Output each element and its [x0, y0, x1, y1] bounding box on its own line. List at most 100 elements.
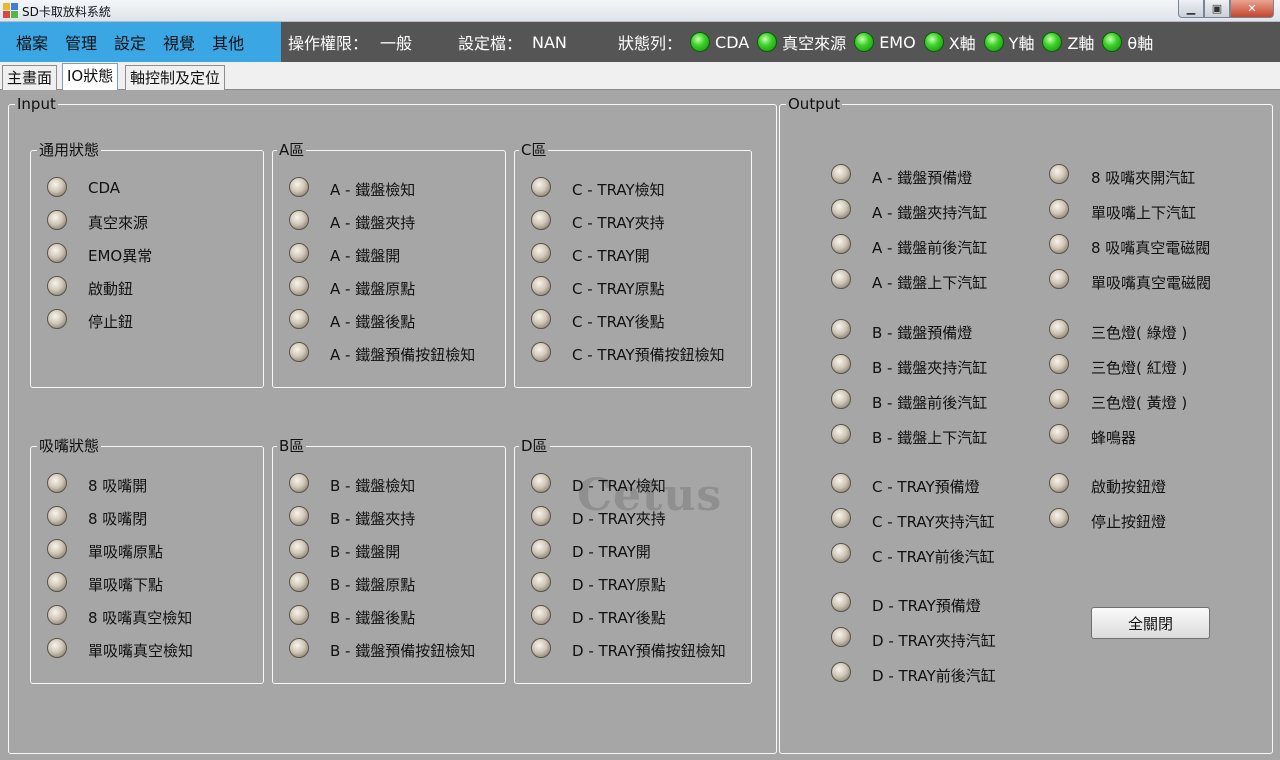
output-indicator-lamp[interactable]	[831, 592, 851, 612]
status-row: 狀態列： CDA 真空來源 EMO X軸 Y軸 Z軸 θ軸	[618, 22, 1153, 62]
input-indicator-lamp	[289, 342, 309, 362]
permission-value: 一般	[380, 34, 413, 53]
input-indicator-lamp	[531, 276, 551, 296]
menu-item[interactable]: 視覺	[163, 30, 195, 54]
output-indicator-lamp[interactable]	[831, 508, 851, 528]
tab-main[interactable]: 主畫面	[2, 65, 58, 90]
input-indicator-label: CDA	[88, 179, 121, 197]
menu-item[interactable]: 設定	[114, 30, 146, 54]
input-subgroup: 通用狀態 CDA 真空來源 EMO異常 啟動鈕 停止鈕	[30, 141, 264, 388]
output-indicator-lamp[interactable]	[1049, 508, 1069, 528]
output-indicator-label: 8 吸嘴真空電磁閥	[1091, 239, 1211, 257]
config-info: 設定檔： NAN	[458, 22, 567, 62]
input-indicator-lamp	[289, 309, 309, 329]
output-indicator-lamp[interactable]	[831, 543, 851, 563]
input-subgroup: A區 A - 鐵盤檢知 A - 鐵盤夾持 A - 鐵盤開 A - 鐵盤原點 A - 鐵盤後…	[272, 141, 506, 388]
input-indicator-lamp	[531, 243, 551, 263]
input-subgroup-title: C區	[519, 141, 549, 159]
menu-item[interactable]: 其他	[212, 30, 244, 54]
input-indicator-lamp	[47, 243, 67, 263]
output-indicator-label: 蜂鳴器	[1091, 429, 1137, 447]
output-indicator-lamp[interactable]	[1049, 354, 1069, 374]
input-indicator-label: A - 鐵盤夾持	[330, 214, 416, 232]
input-indicator-lamp	[289, 539, 309, 559]
output-indicator-lamp[interactable]	[1049, 473, 1069, 493]
input-indicator-label: B - 鐵盤夾持	[330, 510, 416, 528]
output-indicator-lamp[interactable]	[831, 389, 851, 409]
menu-item[interactable]: 檔案	[16, 30, 48, 54]
permission-info: 操作權限： 一般	[288, 22, 412, 62]
input-indicator-label: EMO異常	[88, 247, 153, 265]
input-indicator-lamp	[531, 309, 551, 329]
output-indicator-label: D - TRAY預備燈	[872, 597, 981, 615]
output-group: Output	[779, 95, 1273, 754]
io-status-panel: Input Output Cetus 全關閉 通用狀態 CDA 真空來源 EMO異常啟…	[0, 90, 1280, 760]
output-indicator-label: C - TRAY前後汽缸	[872, 548, 995, 566]
input-indicator-label: C - TRAY原點	[572, 280, 665, 298]
input-indicator-lamp	[289, 276, 309, 296]
output-indicator-lamp[interactable]	[831, 424, 851, 444]
input-subgroup-title: 吸嘴狀態	[37, 437, 102, 455]
input-indicator-lamp	[531, 342, 551, 362]
input-indicator-label: C - TRAY開	[572, 247, 650, 265]
output-indicator-lamp[interactable]	[831, 473, 851, 493]
output-indicator-lamp[interactable]	[831, 319, 851, 339]
output-indicator-label: 8 吸嘴夾開汽缸	[1091, 169, 1196, 187]
output-indicator-label: C - TRAY預備燈	[872, 478, 980, 496]
status-led-icon	[1102, 32, 1123, 52]
output-indicator-label: 三色燈( 綠燈 )	[1091, 324, 1188, 342]
all-off-button[interactable]: 全關閉	[1091, 607, 1210, 639]
input-indicator-label: 啟動鈕	[88, 280, 134, 298]
output-indicator-label: 三色燈( 紅燈 )	[1091, 359, 1188, 377]
input-indicator-lamp	[531, 539, 551, 559]
output-indicator-lamp[interactable]	[1049, 164, 1069, 184]
output-indicator-lamp[interactable]	[1049, 269, 1069, 289]
output-indicator-lamp[interactable]	[831, 199, 851, 219]
output-indicator-lamp[interactable]	[831, 627, 851, 647]
input-indicator-label: D - TRAY預備按鈕檢知	[572, 642, 726, 660]
output-indicator-label: 停止按鈕燈	[1091, 513, 1167, 531]
input-subgroup: 吸嘴狀態 8 吸嘴開 8 吸嘴閉 單吸嘴原點 單吸嘴下點 8 吸嘴真空檢知 單吸嘴真空檢知	[30, 437, 264, 684]
input-indicator-label: 真空來源	[88, 214, 149, 232]
input-indicator-lamp	[47, 177, 67, 197]
output-title: Output	[786, 95, 843, 113]
tab-io-status[interactable]: IO狀態	[62, 63, 119, 90]
status-led-label: Z軸	[1067, 34, 1095, 53]
menu-item[interactable]: 管理	[65, 30, 97, 54]
input-indicator-lamp	[47, 638, 67, 658]
input-indicator-lamp	[289, 638, 309, 658]
output-indicator-lamp[interactable]	[831, 662, 851, 682]
output-indicator-lamp[interactable]	[1049, 319, 1069, 339]
input-indicator-lamp	[47, 309, 67, 329]
input-indicator-label: A - 鐵盤檢知	[330, 181, 416, 199]
input-indicator-lamp	[531, 473, 551, 493]
input-indicator-label: 停止鈕	[88, 313, 134, 331]
input-indicator-lamp	[531, 605, 551, 625]
output-indicator-label: 三色燈( 黃燈 )	[1091, 394, 1188, 412]
input-subgroup-title: D區	[519, 437, 550, 455]
output-indicator-lamp[interactable]	[1049, 199, 1069, 219]
input-indicator-label: B - 鐵盤預備按鈕檢知	[330, 642, 476, 660]
output-indicator-label: C - TRAY夾持汽缸	[872, 513, 995, 531]
tab-strip: 主畫面 IO狀態 軸控制及定位	[0, 62, 1280, 90]
input-indicator-lamp	[47, 506, 67, 526]
tab-axis-control[interactable]: 軸控制及定位	[125, 65, 226, 90]
status-led-icon	[690, 32, 711, 52]
status-led-icon	[983, 32, 1004, 52]
output-indicator-lamp[interactable]	[1049, 234, 1069, 254]
input-indicator-lamp	[531, 506, 551, 526]
input-indicator-lamp	[531, 177, 551, 197]
close-icon[interactable]: ✕	[1230, 0, 1274, 18]
input-indicator-label: B - 鐵盤原點	[330, 576, 416, 594]
output-indicator-lamp[interactable]	[831, 164, 851, 184]
output-indicator-lamp[interactable]	[1049, 389, 1069, 409]
output-indicator-lamp[interactable]	[831, 234, 851, 254]
input-indicator-lamp	[289, 243, 309, 263]
output-indicator-lamp[interactable]	[831, 269, 851, 289]
output-indicator-lamp[interactable]	[831, 354, 851, 374]
input-indicator-label: A - 鐵盤後點	[330, 313, 416, 331]
output-indicator-lamp[interactable]	[1049, 424, 1069, 444]
maximize-icon[interactable]: ▣	[1204, 0, 1230, 18]
output-indicator-label: D - TRAY前後汽缸	[872, 667, 996, 685]
minimize-icon[interactable]: ▁	[1178, 0, 1204, 18]
